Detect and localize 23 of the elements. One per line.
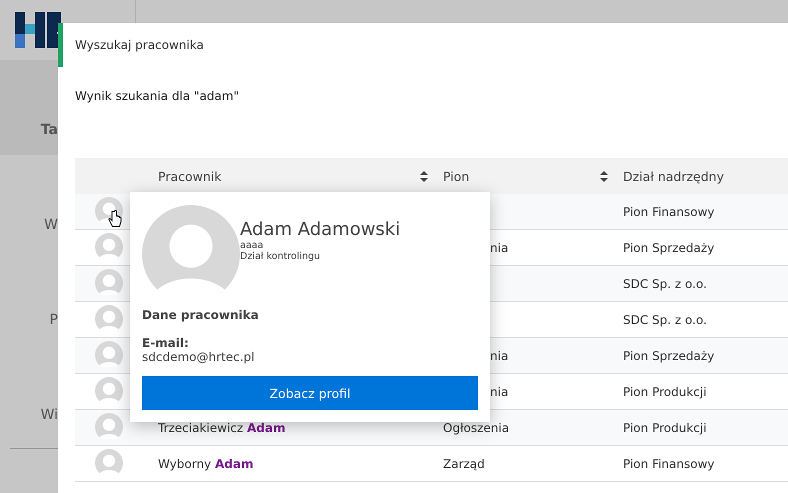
table-cell: Zarząd bbox=[443, 456, 485, 470]
table-cell: Pion Sprzedaży bbox=[623, 240, 714, 254]
table-cell: SDC Sp. z o.o. bbox=[623, 312, 707, 326]
table-cell: Pion Sprzedaży bbox=[623, 348, 714, 362]
dialog-title: Wyszukaj pracownika bbox=[75, 38, 204, 52]
position-text: aaaa bbox=[240, 240, 264, 251]
email-text: sdcdemo@hrtec.pl bbox=[142, 350, 256, 364]
email-label: E-mail: bbox=[142, 336, 190, 350]
table-cell: SDC Sp. z o.o. bbox=[623, 276, 707, 290]
table-cell: Pion Produkcji bbox=[623, 384, 707, 398]
table-cell: Pion Finansowy bbox=[623, 456, 715, 470]
table-cell: Pion Produkcji bbox=[623, 420, 707, 434]
table-cell: nia bbox=[490, 384, 508, 398]
employee-name: Adam Adamowski bbox=[240, 219, 400, 240]
department-text: Dział kontrolingu bbox=[240, 251, 322, 262]
table-cell: nia bbox=[490, 348, 508, 362]
employee-name: Trzeciakiewicz Adam bbox=[158, 420, 286, 434]
section-title: Dane pracownika bbox=[142, 308, 260, 322]
table-cell: Pion Finansowy bbox=[623, 204, 715, 218]
result-heading: Wynik szukania dla "adam" bbox=[75, 89, 239, 103]
employee-name: Wyborny Adam bbox=[158, 456, 254, 470]
table-cell: nia bbox=[490, 240, 508, 254]
table-cell: Ogłoszenia bbox=[443, 420, 510, 434]
